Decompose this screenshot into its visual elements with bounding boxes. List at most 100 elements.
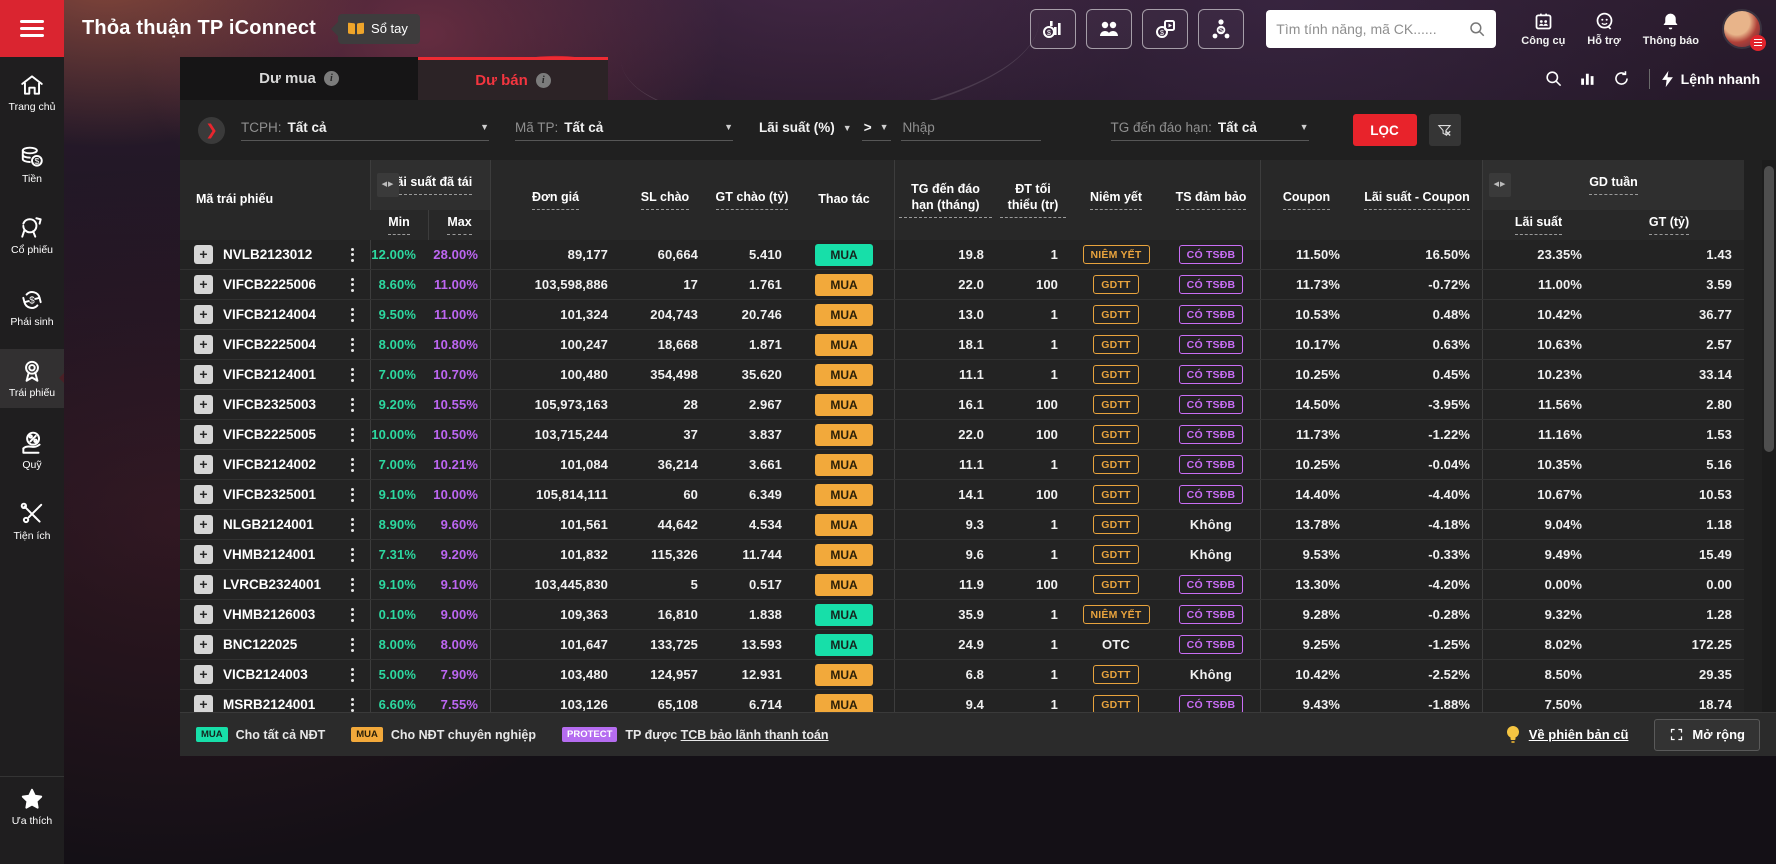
row-menu-button[interactable] bbox=[347, 334, 358, 356]
sidebar-item-stocks[interactable]: Cổ phiếu bbox=[0, 206, 64, 265]
search-icon[interactable] bbox=[1468, 20, 1486, 38]
expand-row-button[interactable]: + bbox=[194, 605, 213, 624]
buy-button[interactable]: MUA bbox=[815, 334, 873, 356]
rate-field-dropdown[interactable]: Lãi suất (%) ▼ bbox=[759, 120, 852, 140]
buy-button[interactable]: MUA bbox=[815, 484, 873, 506]
buy-button[interactable]: MUA bbox=[815, 544, 873, 566]
sidebar-item-home[interactable]: Trang chủ bbox=[0, 63, 64, 122]
col-rate-coupon[interactable]: Lãi suất - Coupon bbox=[1352, 160, 1482, 240]
row-menu-button[interactable] bbox=[347, 394, 358, 416]
refresh-button[interactable] bbox=[1605, 62, 1639, 96]
maturity-dropdown[interactable]: TG đến đáo hạn: Tất cả ▼ bbox=[1111, 120, 1309, 141]
expand-row-button[interactable]: + bbox=[194, 305, 213, 324]
issuer-dropdown[interactable]: TCPH: Tất cả ▼ bbox=[241, 120, 489, 141]
bond-code-dropdown[interactable]: Mã TP: Tất cả ▼ bbox=[515, 120, 733, 141]
buy-button[interactable]: MUA bbox=[815, 694, 873, 713]
expand-row-button[interactable]: + bbox=[194, 425, 213, 444]
col-week-rate[interactable]: Lãi suất bbox=[1482, 210, 1594, 240]
col-coupon[interactable]: Coupon bbox=[1260, 160, 1352, 240]
expand-row-button[interactable]: + bbox=[194, 545, 213, 564]
row-menu-button[interactable] bbox=[347, 514, 358, 536]
clear-filter-button[interactable] bbox=[1429, 114, 1461, 146]
expand-row-button[interactable]: + bbox=[194, 665, 213, 684]
col-listing[interactable]: Niêm yết bbox=[1070, 160, 1162, 240]
referral-icon[interactable]: $ bbox=[1198, 9, 1244, 49]
row-menu-button[interactable] bbox=[347, 634, 358, 656]
sidebar-item-utilities[interactable]: Tiện ích bbox=[0, 492, 64, 551]
scrollbar-thumb[interactable] bbox=[1764, 166, 1774, 452]
col-qty[interactable]: SL chào bbox=[620, 160, 710, 240]
column-expander-icon[interactable]: ◀▶ bbox=[377, 173, 399, 197]
col-min-invest[interactable]: ĐT tối thiểu (tr) bbox=[996, 160, 1070, 240]
chart-view-button[interactable] bbox=[1571, 62, 1605, 96]
buy-button[interactable]: MUA bbox=[815, 574, 873, 596]
tools-menu-button[interactable]: Công cụ bbox=[1521, 11, 1565, 47]
expand-row-button[interactable]: + bbox=[194, 575, 213, 594]
buy-button[interactable]: MUA bbox=[815, 274, 873, 296]
buy-button[interactable]: MUA bbox=[815, 664, 873, 686]
col-group-rate[interactable]: ◀▶ Lãi suất đã tái bbox=[370, 160, 490, 210]
row-menu-button[interactable] bbox=[347, 574, 358, 596]
buy-button[interactable]: MUA bbox=[815, 244, 873, 266]
buy-button[interactable]: MUA bbox=[815, 424, 873, 446]
rate-value-input[interactable] bbox=[901, 120, 1041, 141]
row-menu-button[interactable] bbox=[347, 664, 358, 686]
quick-order-button[interactable]: Lệnh nhanh bbox=[1660, 70, 1760, 88]
col-week-value[interactable]: GT (tỷ) bbox=[1594, 210, 1744, 240]
column-expander-icon[interactable]: ◀▶ bbox=[1489, 173, 1511, 197]
buy-button[interactable]: MUA bbox=[815, 364, 873, 386]
money-video-icon[interactable]: $ bbox=[1142, 9, 1188, 49]
buy-button[interactable]: MUA bbox=[815, 604, 873, 626]
hamburger-menu-button[interactable] bbox=[0, 0, 64, 57]
buy-button[interactable]: MUA bbox=[815, 394, 873, 416]
buy-button[interactable]: MUA bbox=[815, 304, 873, 326]
row-menu-button[interactable] bbox=[347, 604, 358, 626]
row-menu-button[interactable] bbox=[347, 424, 358, 446]
col-max[interactable]: Max bbox=[428, 210, 490, 240]
partners-icon[interactable] bbox=[1086, 9, 1132, 49]
tcb-guarantee-link[interactable]: TCB bảo lãnh thanh toán bbox=[681, 728, 829, 742]
expand-view-button[interactable]: Mở rộng bbox=[1654, 719, 1760, 751]
buy-button[interactable]: MUA bbox=[815, 514, 873, 536]
info-icon[interactable]: i bbox=[324, 71, 339, 86]
handbook-button[interactable]: Sổ tay bbox=[338, 14, 420, 44]
buy-button[interactable]: MUA bbox=[815, 454, 873, 476]
filter-apply-button[interactable]: LỌC bbox=[1353, 114, 1417, 146]
notifications-menu-button[interactable]: Thông báo bbox=[1643, 11, 1699, 47]
row-menu-button[interactable] bbox=[347, 454, 358, 476]
sidebar-item-money[interactable]: $ Tiền bbox=[0, 135, 64, 194]
expand-row-button[interactable]: + bbox=[194, 365, 213, 384]
expand-row-button[interactable]: + bbox=[194, 695, 213, 712]
col-min[interactable]: Min bbox=[370, 210, 428, 240]
support-menu-button[interactable]: Hỗ trợ bbox=[1587, 11, 1620, 47]
info-icon[interactable]: i bbox=[536, 73, 551, 88]
sidebar-item-favorites[interactable]: Ưa thích bbox=[0, 776, 64, 836]
row-menu-button[interactable] bbox=[347, 364, 358, 386]
sidebar-item-derivatives[interactable]: $ Phái sinh bbox=[0, 278, 64, 337]
col-price[interactable]: Đơn giá bbox=[490, 160, 620, 240]
row-menu-button[interactable] bbox=[347, 544, 358, 566]
expand-row-button[interactable]: + bbox=[194, 395, 213, 414]
search-input[interactable] bbox=[1276, 21, 1468, 37]
col-maturity[interactable]: TG đến đáo hạn (tháng) bbox=[894, 160, 996, 240]
expand-row-button[interactable]: + bbox=[194, 455, 213, 474]
money-chart-icon[interactable]: $ bbox=[1030, 9, 1076, 49]
collapse-filters-button[interactable]: ❯ bbox=[198, 117, 225, 144]
row-menu-button[interactable] bbox=[347, 694, 358, 713]
vertical-scrollbar[interactable] bbox=[1762, 160, 1776, 712]
expand-row-button[interactable]: + bbox=[194, 515, 213, 534]
buy-button[interactable]: MUA bbox=[815, 634, 873, 656]
row-menu-button[interactable] bbox=[347, 274, 358, 296]
expand-row-button[interactable]: + bbox=[194, 485, 213, 504]
expand-row-button[interactable]: + bbox=[194, 275, 213, 294]
col-group-week[interactable]: ◀▶ GD tuần bbox=[1482, 160, 1744, 210]
user-avatar[interactable] bbox=[1722, 9, 1762, 49]
search-bonds-button[interactable] bbox=[1537, 62, 1571, 96]
row-menu-button[interactable] bbox=[347, 244, 358, 266]
sidebar-item-bonds[interactable]: Trái phiếu bbox=[0, 349, 64, 408]
expand-row-button[interactable]: + bbox=[194, 335, 213, 354]
tab-du-mua[interactable]: Dư mua i bbox=[180, 57, 418, 100]
col-value[interactable]: GT chào (tỷ) bbox=[710, 160, 794, 240]
col-collateral[interactable]: TS đảm bảo bbox=[1162, 160, 1260, 240]
expand-row-button[interactable]: + bbox=[194, 245, 213, 264]
